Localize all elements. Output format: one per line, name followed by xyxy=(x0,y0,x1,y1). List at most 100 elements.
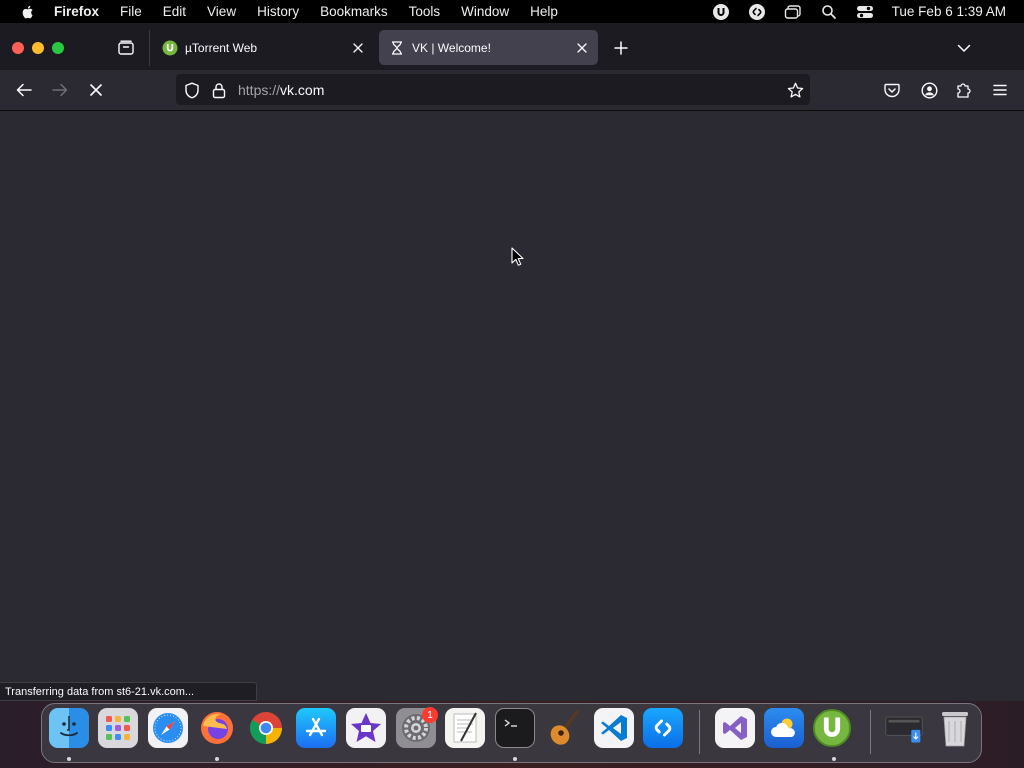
dock-textedit[interactable] xyxy=(445,708,485,748)
trash-can-icon xyxy=(942,712,968,747)
utorrent-status-icon[interactable] xyxy=(710,3,732,21)
tab-utorrent-web[interactable]: µTorrent Web xyxy=(152,30,374,65)
dock-weather[interactable] xyxy=(764,708,804,748)
menu-file[interactable]: File xyxy=(120,4,142,19)
extensions-button[interactable] xyxy=(952,79,976,101)
plus-icon xyxy=(614,41,628,55)
lock-icon[interactable] xyxy=(210,81,228,99)
tab-close-button[interactable] xyxy=(572,38,592,58)
vscode-icon xyxy=(601,715,627,741)
window-zoom-button[interactable] xyxy=(52,42,64,54)
dock-separator xyxy=(870,710,871,754)
cloud-sun-icon xyxy=(771,718,795,737)
hamburger-menu-icon xyxy=(993,84,1007,96)
running-indicator xyxy=(215,757,219,761)
dock-firefox[interactable] xyxy=(197,708,237,748)
mouse-pointer-icon xyxy=(511,247,524,266)
stop-loading-button[interactable] xyxy=(84,79,108,101)
menu-app-firefox[interactable]: Firefox xyxy=(54,4,99,19)
menu-view[interactable]: View xyxy=(207,4,236,19)
close-icon xyxy=(353,42,363,53)
menu-history[interactable]: History xyxy=(257,4,299,19)
new-tab-button[interactable] xyxy=(610,37,632,59)
menu-bookmarks[interactable]: Bookmarks xyxy=(320,4,388,19)
tab-title: µTorrent Web xyxy=(185,40,258,55)
back-button[interactable] xyxy=(12,79,36,101)
window-minimize-button[interactable] xyxy=(32,42,44,54)
dock-visual-studio-code[interactable] xyxy=(594,708,634,748)
pocket-button[interactable] xyxy=(880,79,904,101)
dock-separator xyxy=(699,710,700,754)
tab-close-button[interactable] xyxy=(348,38,368,58)
dock-safari[interactable] xyxy=(148,708,188,748)
menu-help[interactable]: Help xyxy=(530,4,558,19)
dock-launchpad[interactable] xyxy=(98,708,138,748)
window-switcher-icon[interactable] xyxy=(782,3,804,21)
dock-shazam[interactable] xyxy=(643,708,683,748)
dock-google-chrome[interactable] xyxy=(246,708,286,748)
bookmark-star-icon[interactable] xyxy=(786,81,804,99)
dock-imovie[interactable] xyxy=(346,708,386,748)
notification-badge: 1 xyxy=(422,707,438,723)
status-panel: Transferring data from st6-21.vk.com... xyxy=(0,682,257,701)
running-indicator xyxy=(832,757,836,761)
safari-compass-icon xyxy=(153,713,183,743)
running-indicator xyxy=(513,757,517,761)
dock-trash[interactable] xyxy=(935,708,975,748)
dock-app-store[interactable] xyxy=(296,708,336,748)
app-menu-button[interactable] xyxy=(988,79,1012,101)
app-store-icon xyxy=(305,717,327,737)
arrow-right-icon xyxy=(52,83,68,97)
chrome-icon xyxy=(250,712,282,744)
url-scheme: https:// xyxy=(238,82,281,98)
menu-window[interactable]: Window xyxy=(461,4,509,19)
arrow-left-icon xyxy=(16,83,32,97)
finder-icon xyxy=(60,716,78,737)
apple-menu-icon[interactable] xyxy=(20,4,36,20)
macos-menu-bar: Firefox File Edit View History Bookmarks… xyxy=(0,0,1024,23)
close-icon xyxy=(577,42,587,53)
tab-title: VK | Welcome! xyxy=(412,40,491,55)
forward-button[interactable] xyxy=(48,79,72,101)
puzzle-piece-icon xyxy=(957,82,971,98)
status-text: Transferring data from st6-21.vk.com... xyxy=(5,685,195,698)
downloads-stack-icon xyxy=(885,716,923,743)
menu-tools[interactable]: Tools xyxy=(409,4,441,19)
dock-terminal[interactable] xyxy=(495,708,535,748)
loading-hourglass-icon xyxy=(389,40,405,56)
list-all-tabs-button[interactable] xyxy=(952,37,976,59)
dock-downloads-stack[interactable] xyxy=(884,708,924,748)
pocket-icon xyxy=(884,83,900,97)
guitar-icon xyxy=(550,710,579,745)
control-center-icon[interactable] xyxy=(854,3,876,21)
launchpad-grid-icon xyxy=(106,716,130,740)
visual-studio-icon xyxy=(723,716,747,740)
url-host: vk.com xyxy=(280,82,325,98)
navigation-toolbar: https://vk.com xyxy=(0,70,1024,111)
account-button[interactable] xyxy=(917,79,941,101)
dock-visual-studio[interactable] xyxy=(715,708,755,748)
menu-edit[interactable]: Edit xyxy=(163,4,186,19)
url-bar[interactable]: https://vk.com xyxy=(176,74,810,105)
imovie-star-icon xyxy=(351,713,381,742)
utorrent-icon xyxy=(812,708,852,748)
tab-vk-welcome[interactable]: VK | Welcome! xyxy=(379,30,598,65)
menubar-clock[interactable]: Tue Feb 6 1:39 AM xyxy=(892,4,1006,19)
firefox-view-button[interactable] xyxy=(114,37,138,59)
textedit-icon xyxy=(453,712,477,743)
chevron-down-icon xyxy=(957,44,971,52)
shazam-icon xyxy=(654,719,672,737)
terminal-prompt-icon xyxy=(504,719,517,727)
window-close-button[interactable] xyxy=(12,42,24,54)
page-content-area xyxy=(0,111,1024,701)
spotlight-search-icon[interactable] xyxy=(818,3,840,21)
dock-utorrent-web[interactable] xyxy=(812,708,852,748)
running-indicator xyxy=(67,757,71,761)
firefox-view-icon xyxy=(118,40,134,55)
url-text[interactable]: https://vk.com xyxy=(238,82,324,98)
tracking-protection-shield-icon[interactable] xyxy=(183,81,201,99)
dock-garageband[interactable] xyxy=(545,708,585,748)
stop-x-icon xyxy=(90,84,102,96)
shazam-status-icon[interactable] xyxy=(746,3,768,21)
dock-finder[interactable] xyxy=(49,708,89,748)
